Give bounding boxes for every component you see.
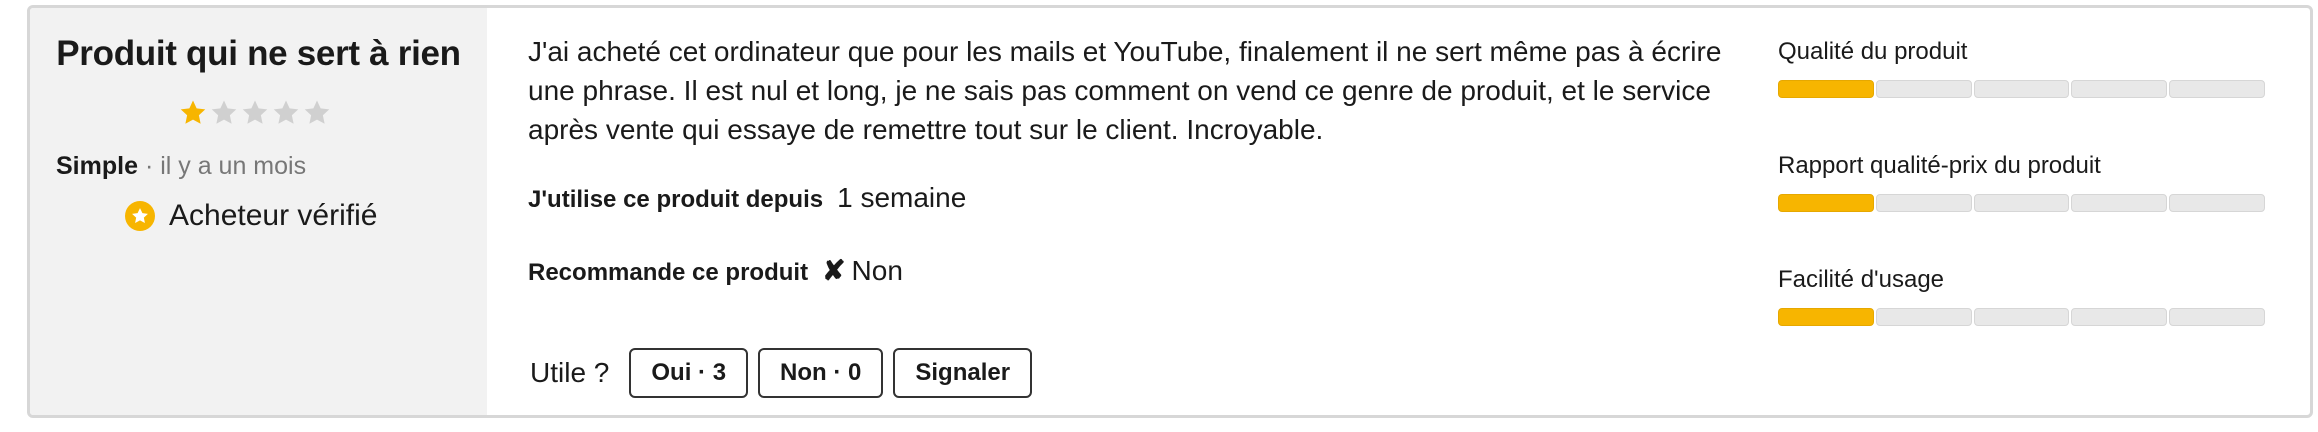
recommend-value: Non — [851, 255, 903, 286]
review-card: Produit qui ne sert à rien Simple · il y… — [27, 5, 2313, 418]
star-filled-icon — [180, 100, 206, 124]
sub-rating-label: Facilité d'usage — [1778, 266, 1945, 293]
review-body: J'ai acheté cet ordinateur que pour les … — [528, 36, 1722, 145]
rating-segment-empty — [2071, 80, 2168, 98]
rating-segment-filled — [1778, 80, 1874, 98]
star-empty-icon — [211, 100, 237, 124]
usage-value: 1 semaine — [837, 182, 967, 213]
verified-buyer: Acheteur vérifié — [125, 199, 377, 233]
rating-segment-empty — [2169, 80, 2265, 98]
rating-segment-empty — [1973, 80, 2070, 98]
verified-label: Acheteur vérifié — [169, 199, 378, 232]
helpful-question: Utile ? — [530, 357, 610, 388]
rating-segment-empty — [2071, 308, 2168, 326]
review-title: Produit qui ne sert à rien — [56, 34, 461, 73]
helpful-yes-button[interactable]: Oui · 3 — [629, 348, 749, 398]
review-date: · il y a un mois — [144, 152, 307, 180]
star-empty-icon — [273, 100, 299, 124]
sub-rating-label: Rapport qualité-prix du produit — [1778, 152, 2101, 179]
sub-rating-bar — [1778, 80, 2265, 98]
sub-rating: Qualité du produit — [1778, 38, 2278, 152]
star-empty-icon — [304, 100, 330, 124]
rating-segment-empty — [1973, 194, 2070, 212]
sub-rating: Rapport qualité-prix du produit — [1778, 152, 2278, 266]
rating-segment-empty — [1875, 80, 1972, 98]
sub-rating-label: Qualité du produit — [1778, 38, 1968, 65]
rating-segment-empty — [1875, 194, 1972, 212]
cross-icon: ✘ — [822, 255, 846, 286]
helpful-no-button[interactable]: Non · 0 — [758, 348, 884, 398]
helpful-section: Utile ? Oui · 3 Non · 0 Signaler — [530, 348, 1042, 398]
star-rating — [178, 98, 333, 138]
rating-segment-filled — [1778, 194, 1874, 212]
sub-ratings: Qualité du produit Rapport qualité-prix d… — [1778, 38, 2278, 380]
rating-segment-empty — [2071, 194, 2168, 212]
review-summary-panel: Produit qui ne sert à rien Simple · il y… — [30, 8, 487, 415]
review-author: Simple — [56, 152, 138, 180]
rating-segment-empty — [1973, 308, 2070, 326]
usage-label: J'utilise ce produit depuis — [528, 186, 824, 213]
sub-rating-bar — [1778, 194, 2265, 212]
review-meta: Simple · il y a un mois — [56, 152, 306, 181]
usage-duration: J'utilise ce produit depuis 1 semaine — [528, 182, 966, 214]
recommendation: Recommande ce produit ✘ Non — [528, 254, 903, 287]
rating-segment-empty — [1875, 308, 1972, 326]
verified-star-icon — [125, 201, 155, 231]
sub-rating: Facilité d'usage — [1778, 266, 2278, 380]
rating-segment-empty — [2169, 194, 2265, 212]
recommend-label: Recommande ce produit — [528, 259, 809, 286]
report-button[interactable]: Signaler — [893, 348, 1033, 398]
sub-rating-bar — [1778, 308, 2265, 326]
star-empty-icon — [242, 100, 268, 124]
rating-segment-filled — [1778, 308, 1874, 326]
rating-segment-empty — [2169, 308, 2265, 326]
